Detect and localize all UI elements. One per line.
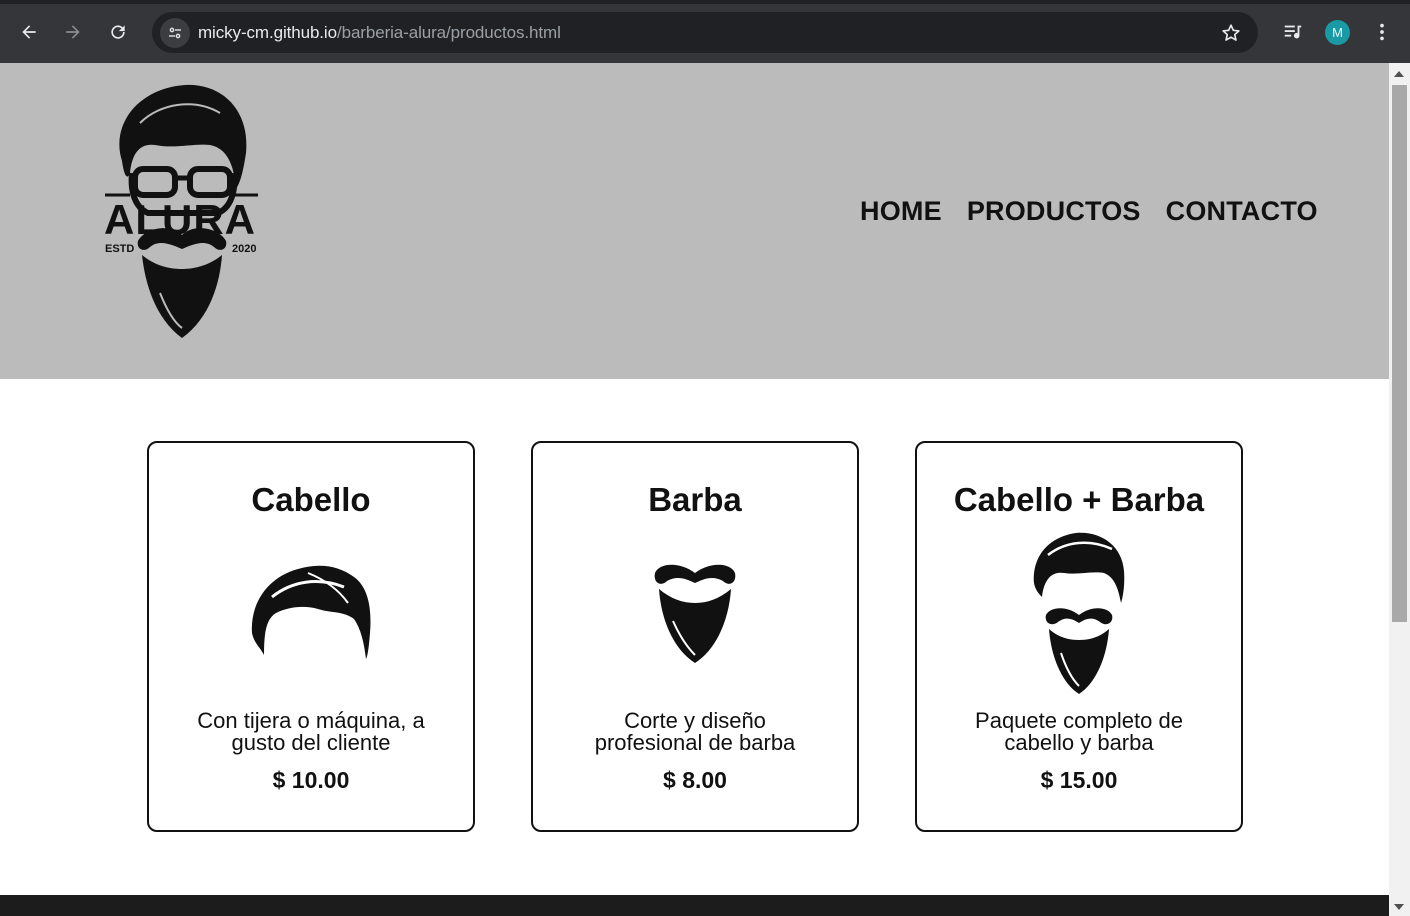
avatar-initial: M (1332, 25, 1343, 40)
back-button[interactable] (14, 17, 44, 47)
product-title: Cabello (251, 481, 371, 518)
footer-top-edge (0, 895, 1389, 916)
product-title: Barba (648, 481, 742, 518)
vertical-scrollbar[interactable] (1389, 63, 1410, 916)
tune-icon (169, 27, 181, 39)
tab-strip-edge (0, 0, 1410, 4)
scroll-thumb[interactable] (1392, 85, 1407, 622)
logo-wordmark: ALURA (104, 196, 256, 243)
reload-icon (111, 25, 125, 39)
scroll-down-arrow-icon[interactable] (1394, 904, 1404, 910)
products-list: Cabello Con tijera o máquina, a gusto de… (147, 441, 1243, 832)
main-nav: HOME PRODUCTOS CONTACTO (860, 196, 1318, 227)
product-description: Paquete completo de cabello y barba (975, 708, 1183, 755)
more-vert-icon (1380, 23, 1384, 41)
url-host: micky-cm.github.io (198, 23, 337, 42)
hair-icon (251, 565, 371, 659)
product-price: $ 10.00 (272, 767, 350, 793)
product-card-cabello-barba: Cabello + Barba Paquete completo de cabe… (915, 441, 1243, 832)
product-description: Con tijera o máquina, a gusto del client… (197, 708, 425, 755)
arrow-right-icon (66, 25, 80, 39)
forward-button[interactable] (58, 17, 88, 47)
address-bar[interactable]: micky-cm.github.io/barberia-alura/produc… (152, 12, 1258, 53)
url-path: /barberia-alura/productos.html (336, 23, 561, 42)
site-header: ALURA ESTD 2020 HOME PRODUCTOS CONTACTO (0, 63, 1389, 379)
hair-and-beard-icon (1033, 532, 1125, 694)
product-price: $ 8.00 (663, 767, 727, 793)
product-title: Cabello + Barba (953, 481, 1205, 518)
nav-link-productos[interactable]: PRODUCTOS (967, 196, 1141, 227)
browser-toolbar: micky-cm.github.io/barberia-alura/produc… (0, 0, 1410, 63)
arrow-left-icon (22, 25, 36, 39)
nav-link-home[interactable]: HOME (860, 196, 942, 227)
page-viewport: ALURA ESTD 2020 HOME PRODUCTOS CONTACTO … (0, 63, 1389, 916)
reload-button[interactable] (103, 17, 133, 47)
product-price: $ 15.00 (1040, 767, 1118, 793)
url-text: micky-cm.github.io/barberia-alura/produc… (198, 23, 561, 43)
media-controls-button[interactable] (1280, 19, 1306, 45)
logo-estd: ESTD (105, 243, 135, 255)
nav-link-contacto[interactable]: CONTACTO (1166, 196, 1318, 227)
product-card-barba: Barba Corte y diseño profesional de barb… (531, 441, 859, 832)
logo-year: 2020 (232, 243, 257, 255)
alura-logo[interactable]: ALURA ESTD 2020 (100, 83, 265, 358)
scroll-up-arrow-icon[interactable] (1394, 71, 1404, 77)
bookmark-star-icon[interactable] (1220, 22, 1242, 44)
product-card-cabello: Cabello Con tijera o máquina, a gusto de… (147, 441, 475, 832)
profile-avatar[interactable]: M (1325, 20, 1350, 45)
queue-music-icon (1284, 25, 1302, 39)
product-description: Corte y diseño profesional de barba (594, 708, 796, 755)
site-info-button[interactable] (160, 18, 190, 48)
beard-icon (654, 564, 736, 663)
browser-menu-button[interactable] (1369, 19, 1395, 45)
